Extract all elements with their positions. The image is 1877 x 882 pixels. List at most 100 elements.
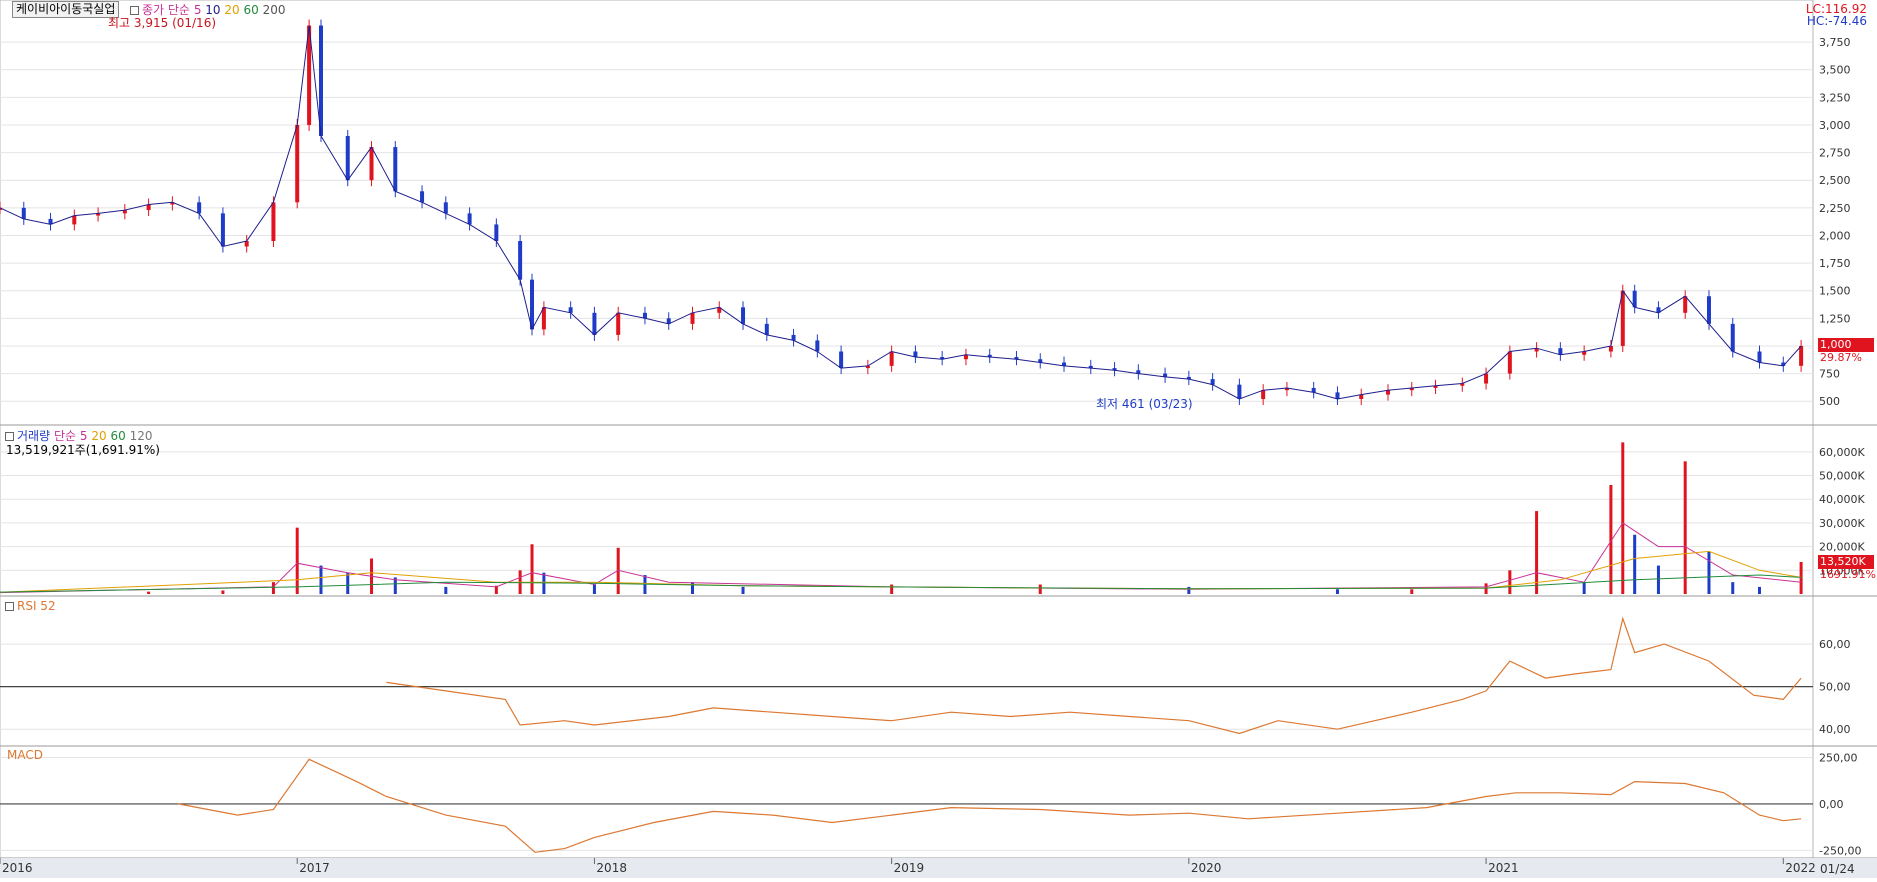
- volume-bar: [319, 565, 323, 594]
- candle-body: [741, 307, 746, 324]
- x-axis-band: [0, 858, 1877, 878]
- volume-bar: [444, 586, 448, 594]
- y-tick-label: 40,000K: [1819, 493, 1865, 506]
- candle-body: [220, 213, 225, 247]
- candle-body: [1706, 296, 1711, 324]
- candle-body: [420, 191, 425, 203]
- last-price-tag: 1,000: [1818, 338, 1874, 352]
- volume-ma-5-line: [0, 522, 1802, 594]
- volume-bar: [1731, 582, 1735, 594]
- y-tick-label: 20,000K: [1819, 541, 1865, 554]
- volume-bar: [1633, 534, 1637, 594]
- y-tick-label: 2,750: [1819, 147, 1851, 160]
- volume-bar: [221, 590, 225, 594]
- y-tick-label: 1,250: [1819, 312, 1851, 325]
- candle-body: [764, 323, 769, 335]
- y-tick-label: 3,500: [1819, 64, 1851, 77]
- volume-bar: [271, 582, 275, 594]
- high-annotation: 최고 3,915 (01/16): [108, 16, 217, 30]
- volume-info: 13,519,921주(1,691.91%): [6, 443, 160, 457]
- x-tick-label: 2016: [2, 861, 33, 875]
- volume-bar: [1758, 586, 1762, 594]
- rsi-label: RSI 52: [17, 599, 56, 613]
- candle-body: [467, 213, 472, 225]
- y-tick-label: 2,500: [1819, 174, 1851, 187]
- x-tick-label: 2017: [299, 861, 330, 875]
- x-tick-label: 2020: [1191, 861, 1222, 875]
- candle-body: [889, 351, 894, 366]
- y-tick-label: 500: [1819, 395, 1840, 408]
- macd-line: [178, 758, 1802, 853]
- candle-body: [1507, 351, 1512, 374]
- volume-bar: [890, 584, 894, 594]
- volume-bar: [1038, 584, 1042, 594]
- y-tick-label: 3,250: [1819, 91, 1851, 104]
- volume-bar: [592, 584, 596, 594]
- candle-body: [1730, 323, 1735, 352]
- candle-body: [1261, 390, 1266, 400]
- y-tick-label: 60,000K: [1819, 446, 1865, 459]
- low-annotation: 최저 461 (03/23): [1096, 397, 1193, 411]
- candle-body: [1237, 384, 1242, 400]
- candle-body: [839, 351, 844, 369]
- volume-bar: [1621, 442, 1625, 594]
- volume-pct-tag: 1691.91%: [1820, 568, 1876, 581]
- candle-body: [1757, 351, 1762, 363]
- candle-body: [295, 124, 300, 203]
- ma-60-label: 60: [243, 3, 259, 17]
- y-tick-label: 3,750: [1819, 36, 1851, 49]
- y-tick-label: 40,00: [1819, 723, 1851, 736]
- volume-bar: [1656, 565, 1660, 594]
- y-tick-label: 2,000: [1819, 229, 1851, 242]
- y-tick-label: 1,500: [1819, 285, 1851, 298]
- stock-name-box[interactable]: 케이비아이동국실업: [12, 1, 120, 18]
- y-tick-label: 1,750: [1819, 257, 1851, 270]
- volume-toggle-icon[interactable]: [5, 432, 14, 441]
- candle-body: [72, 215, 77, 225]
- price-line: [0, 25, 1802, 400]
- candle-body: [1799, 345, 1804, 366]
- y-tick-label: 30,000K: [1819, 517, 1865, 530]
- rsi-line: [386, 616, 1802, 735]
- candle-body: [271, 202, 276, 241]
- candle-body: [1484, 373, 1489, 384]
- x-tick-label: 2019: [894, 861, 925, 875]
- volume-bar: [1535, 511, 1539, 594]
- price-change-tag: 29.87%: [1820, 351, 1862, 364]
- volume-bar: [1484, 583, 1488, 594]
- macd-label: MACD: [7, 748, 43, 762]
- candle-body: [518, 240, 523, 280]
- volume-bar: [1707, 551, 1711, 594]
- candle-body: [1558, 348, 1563, 355]
- volume-bar: [147, 591, 151, 594]
- y-tick-label: 0,00: [1819, 798, 1844, 811]
- x-tick-label: 2021: [1488, 861, 1519, 875]
- volume-bar: [295, 527, 299, 594]
- volume-bar: [346, 572, 350, 594]
- candle-body: [815, 340, 820, 352]
- x-tick-label: 2022: [1785, 861, 1816, 875]
- candle-body: [568, 307, 573, 313]
- y-tick-label: 50,000K: [1819, 470, 1865, 483]
- candle-body: [197, 202, 202, 214]
- rsi-toggle-icon[interactable]: [5, 602, 14, 611]
- y-tick-label: 250,00: [1819, 751, 1858, 764]
- stock-name: 케이비아이동국실업: [16, 2, 116, 16]
- x-tick-label: 2018: [596, 861, 627, 875]
- ma-200-label: 200: [262, 3, 286, 17]
- rsi-legend: RSI 52: [5, 599, 56, 613]
- candle-body: [690, 312, 695, 324]
- candle-body: [345, 136, 350, 181]
- volume-bar: [1799, 561, 1803, 594]
- ma-20-label: 20: [224, 3, 240, 17]
- volume-bar: [1335, 589, 1339, 594]
- y-tick-label: 750: [1819, 368, 1840, 381]
- candle-body: [592, 312, 597, 335]
- volume-ma-20-line: [0, 550, 1802, 593]
- candle-body: [1335, 392, 1340, 400]
- chart-svg: 500 750 1,000 1,250 1,500 1,750 2,000 2,250 2,50…: [0, 0, 1877, 879]
- volume-bar: [1187, 586, 1191, 594]
- candle-body: [616, 312, 621, 335]
- candle-body: [21, 207, 26, 219]
- y-tick-label: 50,00: [1819, 681, 1851, 694]
